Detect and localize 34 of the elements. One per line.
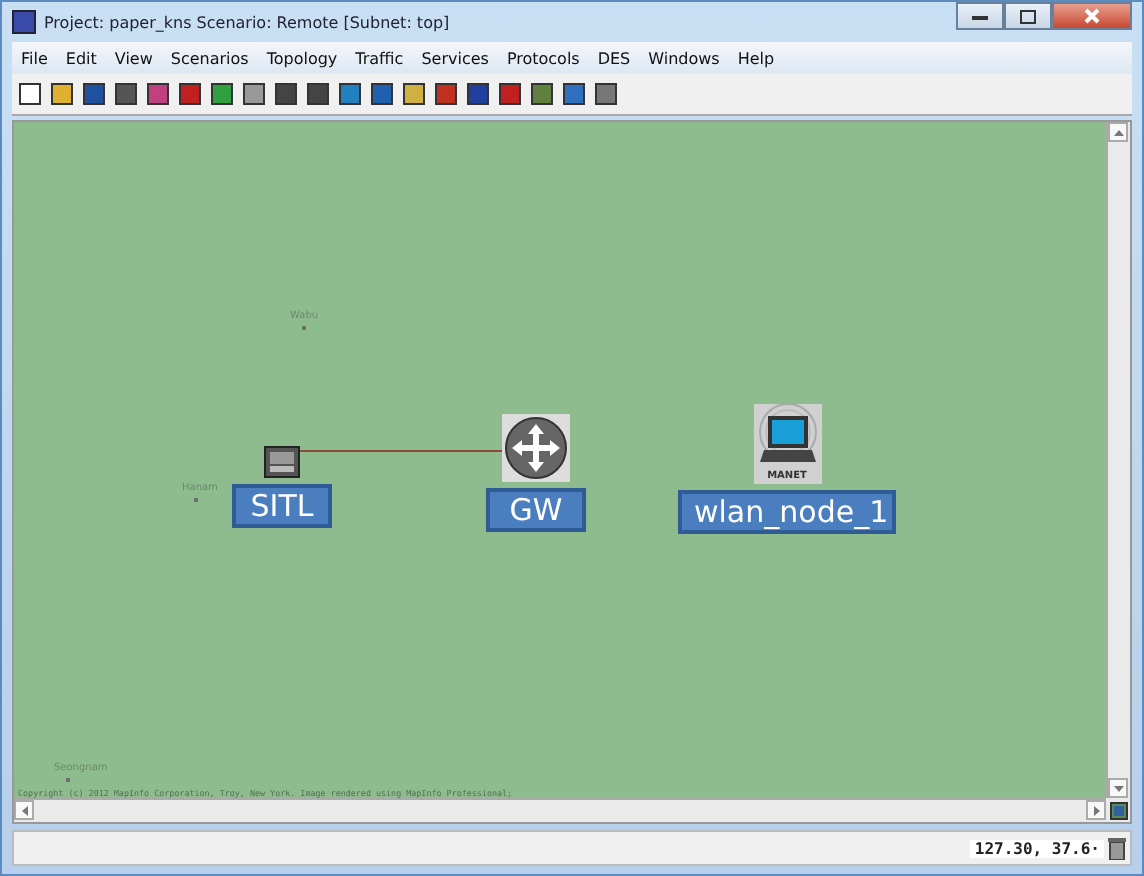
scroll-left-icon[interactable] xyxy=(14,800,34,820)
minimize-icon xyxy=(972,12,988,20)
vertical-scrollbar[interactable] xyxy=(1106,122,1130,798)
app-icon xyxy=(12,10,36,34)
workstation-icon[interactable] xyxy=(264,446,300,478)
menu-item[interactable]: Protocols xyxy=(497,49,589,67)
router-icon[interactable] xyxy=(502,414,570,482)
scroll-right-icon[interactable] xyxy=(1086,800,1106,820)
horizontal-scrollbar[interactable] xyxy=(14,798,1106,822)
menu-item[interactable]: DES xyxy=(588,49,640,67)
window-title: Project: paper_kns Scenario: Remote [Subnet: top] xyxy=(44,13,450,31)
node-label[interactable]: wlan_node_1 xyxy=(678,490,896,534)
menu-item[interactable]: Services xyxy=(412,49,498,67)
node-label[interactable]: GW xyxy=(486,488,586,532)
coordinates-text: 127.30, 37.6· xyxy=(970,839,1104,857)
overview-icon[interactable] xyxy=(1109,801,1127,819)
maximize-icon xyxy=(1020,9,1036,23)
menu-item[interactable]: Topology xyxy=(257,49,347,67)
menu-item[interactable]: Help xyxy=(728,49,784,67)
node-label[interactable]: SITL xyxy=(232,484,332,528)
menu-item[interactable]: Windows xyxy=(639,49,729,67)
menu-item[interactable]: Edit xyxy=(56,49,106,67)
menu-item[interactable]: File xyxy=(12,49,57,67)
close-button[interactable] xyxy=(1052,2,1132,30)
scroll-down-icon[interactable] xyxy=(1108,778,1128,798)
bin-icon[interactable] xyxy=(1108,837,1126,859)
minimize-button[interactable] xyxy=(956,2,1004,30)
menu-item[interactable]: Traffic xyxy=(346,49,413,67)
laptop-icon[interactable] xyxy=(753,404,821,484)
close-icon xyxy=(1084,8,1100,24)
menu-item[interactable]: Scenarios xyxy=(161,49,258,67)
scroll-up-icon[interactable] xyxy=(1108,122,1128,142)
maximize-button[interactable] xyxy=(1004,2,1052,30)
menu-item[interactable]: View xyxy=(105,49,162,67)
